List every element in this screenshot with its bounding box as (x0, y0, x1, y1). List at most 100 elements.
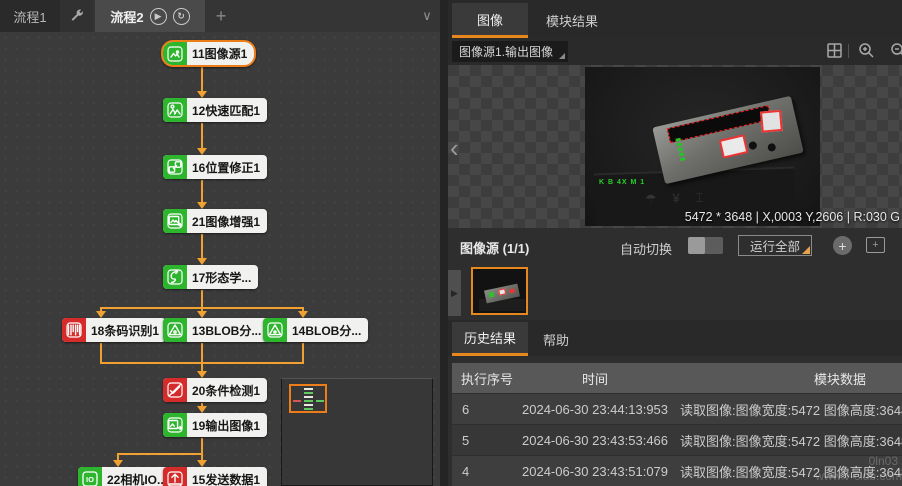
settings-wrench-button[interactable] (60, 0, 93, 32)
add-folder-icon[interactable]: + (866, 237, 885, 253)
flow-node[interactable]: 20条件检测1 (163, 378, 267, 402)
connector (201, 123, 203, 148)
history-tabbar: 历史结果 帮助 (448, 320, 902, 356)
connector-arrow (197, 258, 207, 265)
morphology-icon (163, 265, 187, 289)
cell-module-data: 读取图像:图像宽度:5472 图像高度:3648 (668, 400, 902, 419)
condition-check-icon (163, 378, 187, 402)
flow-node[interactable]: 14BLOB分... (263, 318, 368, 342)
flow-node[interactable]: 15发送数据1 (163, 467, 267, 486)
flow-node-label: 21图像增强1 (187, 209, 267, 233)
flow-tabs-toolbar: 流程1 流程2 ▶ ↻ + ∨ (0, 0, 440, 32)
cell-exec-seq: 4 (452, 464, 522, 479)
flow-editor-panel: 流程1 流程2 ▶ ↻ + ∨ (0, 0, 440, 486)
barcode-icon (62, 318, 86, 342)
toggle-knob (688, 237, 705, 254)
flow-node[interactable]: IO22相机IO... (78, 467, 174, 486)
add-flow-button[interactable]: + (208, 0, 234, 32)
app-window: 流程1 流程2 ▶ ↻ + ∨ (0, 0, 902, 486)
image-source-dropdown[interactable]: 图像源1.输出图像 (452, 41, 568, 62)
flow-minimap[interactable] (281, 378, 433, 486)
viewer-toolbar: 图像源1.输出图像 (448, 38, 902, 65)
cell-time: 2024-06-30 23:43:53:466 (522, 433, 668, 448)
corner-badge (802, 246, 810, 254)
tab-image[interactable]: 图像 (452, 3, 528, 38)
flow-node[interactable]: 21图像增强1 (163, 209, 267, 233)
thumbnail-selected[interactable] (471, 267, 528, 315)
blob-icon (163, 318, 187, 342)
chevron-left-icon[interactable]: ‹ (450, 133, 459, 164)
flow-node[interactable]: 16位置修正1 (163, 155, 267, 179)
connector-arrow (197, 406, 207, 413)
dropdown-caret-icon (559, 53, 565, 59)
flow-canvas[interactable]: 11图像源1 12快速匹配1 16位置修正1 21图像增强1 17形态学... 18条码识… (0, 32, 440, 486)
image-viewer[interactable]: ☂¥⌶ K B 4X M 1 ‹ 5472 * 3648 | X,0003 Y,… (448, 65, 902, 228)
tab-history-result[interactable]: 历史结果 (452, 322, 528, 356)
tab-help[interactable]: 帮助 (530, 322, 582, 356)
image-source-title: 图像源 (1/1) (460, 238, 529, 257)
flow-node-label: 11图像源1 (187, 42, 254, 65)
history-table-row[interactable]: 42024-06-30 23:43:51:079读取图像:图像宽度:5472 图… (452, 456, 902, 486)
flow-node[interactable]: 11图像源1 (161, 40, 256, 67)
tab-flow2[interactable]: 流程2 ▶ ↻ (95, 0, 205, 32)
zoom-out-icon[interactable] (890, 42, 902, 60)
panel-splitter[interactable] (440, 0, 448, 486)
flow-node-label: 17形态学... (187, 265, 258, 289)
minimap-node (304, 408, 313, 410)
tab-module-result[interactable]: 模块结果 (530, 3, 614, 38)
cell-time: 2024-06-30 23:43:51:079 (522, 464, 668, 479)
tab-flow2-label: 流程2 (110, 7, 143, 26)
history-table-header: 执行序号 时间 模块数据 (452, 363, 902, 393)
detected-pad (760, 110, 783, 133)
thumbnail-strip: ▶ (448, 264, 902, 320)
result-panel: 图像 模块结果 图像源1.输出图像 ☂¥⌶ (448, 0, 902, 486)
history-table-row[interactable]: 52024-06-30 23:43:53:466读取图像:图像宽度:5472 图… (452, 425, 902, 455)
flow-node-label: 19输出图像1 (187, 413, 267, 437)
cell-exec-seq: 6 (452, 402, 522, 417)
pcb-hole (748, 141, 758, 151)
minimap-node (304, 388, 313, 390)
connector-arrow (197, 460, 207, 467)
connector (302, 343, 304, 364)
history-table-row[interactable]: 62024-06-30 23:44:13:953读取图像:图像宽度:5472 图… (452, 394, 902, 424)
flow-node[interactable]: 18条码识别1 (62, 318, 166, 342)
flow-node[interactable]: 19输出图像1 (163, 413, 267, 437)
run-loop-icon[interactable]: ↻ (173, 8, 190, 25)
connector (201, 234, 203, 258)
zoom-in-icon[interactable] (858, 42, 876, 60)
flow-node[interactable]: 17形态学... (163, 265, 258, 289)
header-module-data: 模块数据 (668, 369, 902, 388)
auto-switch-toggle[interactable] (688, 237, 723, 254)
run-all-button[interactable]: 运行全部 (738, 235, 812, 256)
chevron-down-icon[interactable]: ∨ (414, 0, 440, 32)
connector-arrow (197, 311, 207, 318)
position-fix-icon (163, 155, 187, 179)
minimap-node (304, 400, 313, 402)
connector (201, 180, 203, 202)
run-once-icon[interactable]: ▶ (150, 8, 167, 25)
image-source-icon (163, 42, 187, 65)
history-table-area: 执行序号 时间 模块数据 62024-06-30 23:44:13:953读取图… (448, 356, 902, 486)
flow-node-label: 12快速匹配1 (187, 98, 267, 122)
flow-node-label: 14BLOB分... (287, 318, 368, 342)
image-source-bar: 图像源 (1/1) 自动切换 运行全部 + + (448, 228, 902, 264)
connector (201, 67, 203, 91)
minimap-node (304, 392, 313, 394)
add-image-button[interactable]: + (833, 236, 852, 255)
flow-node-label: 20条件检测1 (187, 378, 267, 402)
thumbnail-expand-button[interactable]: ▶ (448, 270, 461, 316)
fit-view-icon[interactable] (826, 42, 844, 60)
detected-region-outline (667, 105, 772, 143)
connector-arrow (197, 148, 207, 155)
image-source-dropdown-label: 图像源1.输出图像 (459, 43, 553, 60)
wrench-icon (69, 8, 85, 24)
tab-flow1[interactable]: 流程1 (0, 0, 60, 32)
camera-io-icon: IO (78, 467, 102, 486)
history-table: 执行序号 时间 模块数据 62024-06-30 23:44:13:953读取图… (452, 363, 902, 486)
minimap-viewport[interactable] (289, 384, 327, 413)
output-image-icon (163, 413, 187, 437)
flow-node[interactable]: 13BLOB分... (163, 318, 268, 342)
connector-arrow (197, 371, 207, 378)
flow-node[interactable]: 12快速匹配1 (163, 98, 267, 122)
connector-arrow (113, 460, 123, 467)
